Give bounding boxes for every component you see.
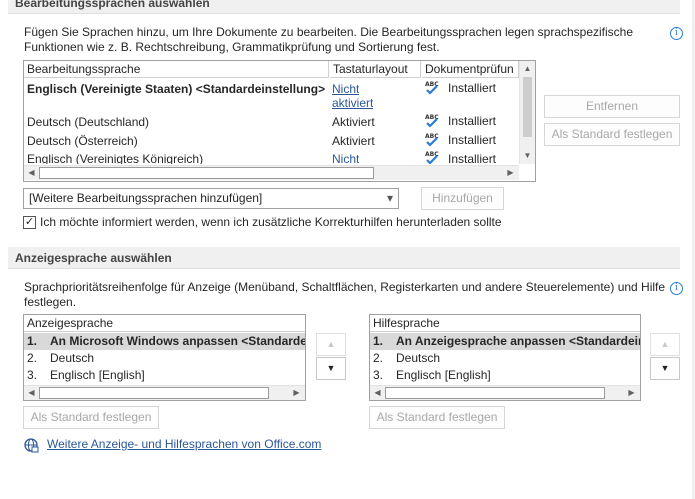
checkmark-icon: ✓ xyxy=(24,216,35,228)
info-glyph: i xyxy=(675,283,678,293)
list-item-label: Deutsch xyxy=(396,351,441,365)
list-item[interactable]: 2. Deutsch xyxy=(24,350,305,367)
help-list-horizontal-scrollbar[interactable]: ◀ ▶ xyxy=(370,385,640,400)
display-language-section-header: Anzeigesprache auswählen xyxy=(8,247,680,269)
row-language: Deutsch (Österreich) xyxy=(27,134,138,148)
list-item[interactable]: 1. An Anzeigesprache anpassen <Standarde… xyxy=(370,333,640,350)
row-keyboard: Aktiviert xyxy=(332,115,375,129)
display-list-horizontal-scrollbar[interactable]: ◀ ▶ xyxy=(24,385,305,400)
row-proofing-status: Installiert xyxy=(448,152,497,164)
edit-languages-section-title: Bearbeitungssprachen auswählen xyxy=(15,0,210,10)
add-languages-dropdown-value: [Weitere Bearbeitungssprachen hinzufügen… xyxy=(29,191,263,205)
display-language-section-title: Anzeigesprache auswählen xyxy=(15,251,172,265)
arrow-down-icon: ▼ xyxy=(326,363,336,373)
scroll-right-arrow[interactable]: ▶ xyxy=(504,166,517,179)
abc-check-icon: ABC xyxy=(424,113,440,128)
help-move-up-button[interactable]: ▲ xyxy=(650,333,680,356)
column-header-keyboard-layout[interactable]: Tastaturlayout xyxy=(330,61,421,78)
keyboard-not-activated-link[interactable]: Nicht xyxy=(332,82,359,97)
help-language-list[interactable]: Hilfesprache 1. An Anzeigesprache anpass… xyxy=(369,314,641,401)
list-item-number: 2. xyxy=(27,351,38,365)
edit-languages-section-header: Bearbeitungssprachen auswählen xyxy=(8,0,680,14)
scroll-right-arrow[interactable]: ▶ xyxy=(290,386,303,399)
table-horizontal-scrollbar[interactable]: ◀ ▶ xyxy=(24,165,519,180)
set-default-edit-button[interactable]: Als Standard festlegen xyxy=(544,123,680,146)
display-set-default-button[interactable]: Als Standard festlegen xyxy=(23,406,159,429)
globe-icon xyxy=(23,437,39,453)
scroll-thumb[interactable] xyxy=(39,387,269,399)
scroll-left-arrow[interactable]: ◀ xyxy=(371,386,384,399)
row-language: Englisch (Vereinigtes Königreich) xyxy=(27,152,204,164)
list-item[interactable]: 3. Englisch [English] xyxy=(370,367,640,384)
list-item-label: Deutsch xyxy=(50,351,95,365)
scroll-up-arrow[interactable]: ▲ xyxy=(521,62,534,75)
scroll-right-arrow[interactable]: ▶ xyxy=(625,386,638,399)
office-languages-link[interactable]: Weitere Anzeige- und Hilfesprachen von O… xyxy=(47,437,321,452)
scroll-left-arrow[interactable]: ◀ xyxy=(25,386,38,399)
list-item-label: An Microsoft Windows anpassen <Standarde… xyxy=(50,334,305,348)
display-language-description-line1: Sprachprioritätsreihenfolge für Anzeige … xyxy=(24,280,666,294)
display-move-up-button[interactable]: ▲ xyxy=(316,333,346,356)
add-button[interactable]: Hinzufügen xyxy=(421,187,504,210)
list-item-number: 1. xyxy=(27,334,38,348)
arrow-up-icon: ▲ xyxy=(326,339,336,349)
arrow-up-icon: ▲ xyxy=(660,339,670,349)
list-item-number: 2. xyxy=(373,351,384,365)
row-keyboard: Aktiviert xyxy=(332,134,375,148)
display-list-header: Anzeigesprache xyxy=(24,315,305,332)
info-icon: i xyxy=(670,282,683,295)
notify-checkbox-label[interactable]: Ich möchte informiert werden, wenn ich z… xyxy=(40,215,502,230)
help-list-header: Hilfesprache xyxy=(370,315,640,332)
edit-languages-description-line1: Fügen Sie Sprachen hinzu, um Ihre Dokume… xyxy=(24,25,634,39)
row-proofing-status: Installiert xyxy=(448,114,497,128)
list-item[interactable]: 3. Englisch [English] xyxy=(24,367,305,384)
add-languages-dropdown[interactable]: [Weitere Bearbeitungssprachen hinzufügen… xyxy=(23,188,399,209)
arrow-down-icon: ▼ xyxy=(660,363,670,373)
list-item-label: An Anzeigesprache anpassen <Standardeins xyxy=(396,334,640,348)
abc-check-icon: ABC xyxy=(424,150,440,164)
remove-button[interactable]: Entfernen xyxy=(544,95,680,118)
display-move-down-button[interactable]: ▼ xyxy=(316,357,346,380)
list-item-label: Englisch [English] xyxy=(50,368,145,382)
edit-languages-description-line2: Funktionen wie z. B. Rechtschreibung, Gr… xyxy=(24,40,440,54)
notify-checkbox[interactable]: ✓ xyxy=(23,216,36,229)
list-item[interactable]: 2. Deutsch xyxy=(370,350,640,367)
row-language: Englisch (Vereinigte Staaten) <Standarde… xyxy=(27,82,326,96)
list-item-label: Englisch [English] xyxy=(396,368,491,382)
help-set-default-button[interactable]: Als Standard festlegen xyxy=(369,406,505,429)
list-item-number: 3. xyxy=(27,368,38,382)
row-proofing-status: Installiert xyxy=(448,81,497,95)
scroll-thumb[interactable] xyxy=(385,387,605,399)
keyboard-not-activated-link[interactable]: Nicht xyxy=(332,152,359,164)
abc-check-icon: ABC xyxy=(424,132,440,147)
scroll-thumb[interactable] xyxy=(523,77,532,137)
display-language-list[interactable]: Anzeigesprache 1. An Microsoft Windows a… xyxy=(23,314,306,401)
abc-check-icon: ABC xyxy=(424,80,440,95)
column-header-editing-language[interactable]: Bearbeitungssprache xyxy=(24,61,329,78)
help-move-down-button[interactable]: ▼ xyxy=(650,357,680,380)
list-item-number: 1. xyxy=(373,334,384,348)
keyboard-not-activated-link-line2[interactable]: aktiviert xyxy=(332,96,373,111)
editing-languages-table[interactable]: Bearbeitungssprache Tastaturlayout Dokum… xyxy=(23,60,536,182)
row-proofing-status: Installiert xyxy=(448,133,497,147)
info-glyph: i xyxy=(675,28,678,38)
scroll-thumb[interactable] xyxy=(39,167,374,179)
row-language: Deutsch (Deutschland) xyxy=(27,115,150,129)
display-language-description-line2: festlegen. xyxy=(24,295,77,309)
list-item[interactable]: 1. An Microsoft Windows anpassen <Standa… xyxy=(24,333,305,350)
chevron-down-icon: ▾ xyxy=(386,191,393,205)
scroll-left-arrow[interactable]: ◀ xyxy=(25,166,38,179)
list-item-number: 3. xyxy=(373,368,384,382)
info-icon: i xyxy=(670,27,683,40)
scroll-down-arrow[interactable]: ▼ xyxy=(521,149,534,162)
column-header-proofing[interactable]: Dokumentprüfun xyxy=(422,61,519,78)
table-vertical-scrollbar[interactable]: ▲ ▼ xyxy=(519,61,535,164)
